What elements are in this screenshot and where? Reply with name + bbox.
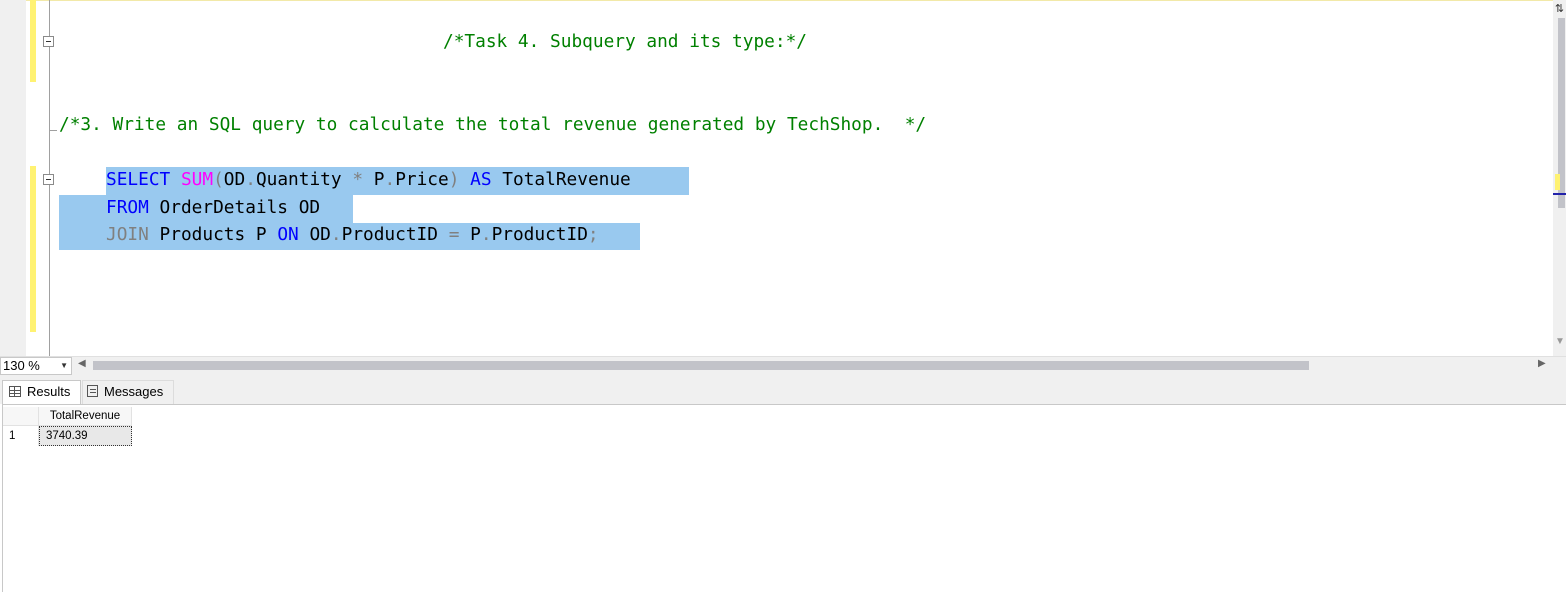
scroll-caret-marker xyxy=(1553,193,1566,195)
keyword-join: JOIN xyxy=(106,224,149,245)
tab-results[interactable]: Results xyxy=(2,380,81,405)
result-cell-totalrevenue[interactable]: 3740.39 xyxy=(39,426,132,446)
column-alias: TotalRevenue xyxy=(502,169,631,190)
column-header-totalrevenue[interactable]: TotalRevenue xyxy=(39,407,132,426)
zoom-value: 130 % xyxy=(3,358,40,373)
messages-icon xyxy=(87,385,98,397)
table-products: Products P xyxy=(159,224,267,245)
task-comment: /*Task 4. Subquery and its type:*/ xyxy=(443,31,807,52)
results-tabstrip xyxy=(0,376,1566,404)
keyword-from: FROM xyxy=(106,197,149,218)
horizontal-scroll-thumb[interactable] xyxy=(93,361,1309,370)
equals-operator: = xyxy=(448,224,460,245)
grid-icon xyxy=(9,386,21,397)
keyword-as: AS xyxy=(470,169,492,190)
keyword-select: SELECT xyxy=(106,169,171,190)
sql-line-from: FROM OrderDetails OD xyxy=(106,196,320,220)
dot-operator: . xyxy=(384,169,396,190)
table-orderdetails: OrderDetails OD xyxy=(159,197,321,218)
tab-messages[interactable]: Messages xyxy=(82,380,174,405)
zoom-dropdown[interactable]: 130 % ▼ xyxy=(0,357,72,375)
results-grid[interactable] xyxy=(2,404,1566,592)
dot-operator: . xyxy=(330,224,342,245)
column-productid: ProductID xyxy=(491,224,588,245)
alias-od: OD xyxy=(223,169,246,190)
alias-od: OD xyxy=(309,224,331,245)
scroll-change-marker xyxy=(1555,174,1560,190)
split-window-icon[interactable]: ⇅ xyxy=(1554,2,1565,16)
collapse-region-button[interactable] xyxy=(43,174,54,185)
paren-close: ) xyxy=(448,169,460,190)
chevron-down-icon: ▼ xyxy=(60,361,68,370)
dot-operator: . xyxy=(245,169,256,190)
collapse-region-button[interactable] xyxy=(43,36,54,47)
alias-p: P xyxy=(373,169,385,190)
question-comment: /*3. Write an SQL query to calculate the… xyxy=(59,114,927,135)
column-quantity: Quantity xyxy=(255,169,342,190)
function-sum: SUM xyxy=(180,169,214,190)
scroll-left-arrow-icon[interactable]: ◀ xyxy=(78,358,86,369)
editor-top-border xyxy=(0,0,1566,1)
sql-line-select: SELECT SUM(OD.Quantity * P.Price) AS Tot… xyxy=(106,168,631,192)
column-productid: ProductID xyxy=(341,224,438,245)
scroll-down-arrow-icon[interactable]: ▼ xyxy=(1555,336,1565,347)
scroll-right-arrow-icon[interactable]: ▶ xyxy=(1538,358,1546,369)
sql-line-join: JOIN Products P ON OD.ProductID = P.Prod… xyxy=(106,223,599,247)
column-price: Price xyxy=(395,169,449,190)
query-editor[interactable]: /*Task 4. Subquery and its type:*/ /*3. … xyxy=(0,0,1566,356)
paren-open: ( xyxy=(213,169,224,190)
tab-results-label: Results xyxy=(27,384,71,399)
change-marker xyxy=(30,0,36,82)
dot-operator: . xyxy=(480,224,492,245)
editor-gutter xyxy=(0,0,26,356)
multiply-operator: * xyxy=(352,169,364,190)
change-marker xyxy=(30,166,36,332)
semicolon: ; xyxy=(587,224,599,245)
grid-corner[interactable] xyxy=(3,407,39,426)
alias-p: P xyxy=(470,224,481,245)
keyword-on: ON xyxy=(277,224,299,245)
tab-messages-label: Messages xyxy=(104,384,164,399)
row-number[interactable]: 1 xyxy=(3,426,39,446)
outline-corner xyxy=(49,130,57,131)
